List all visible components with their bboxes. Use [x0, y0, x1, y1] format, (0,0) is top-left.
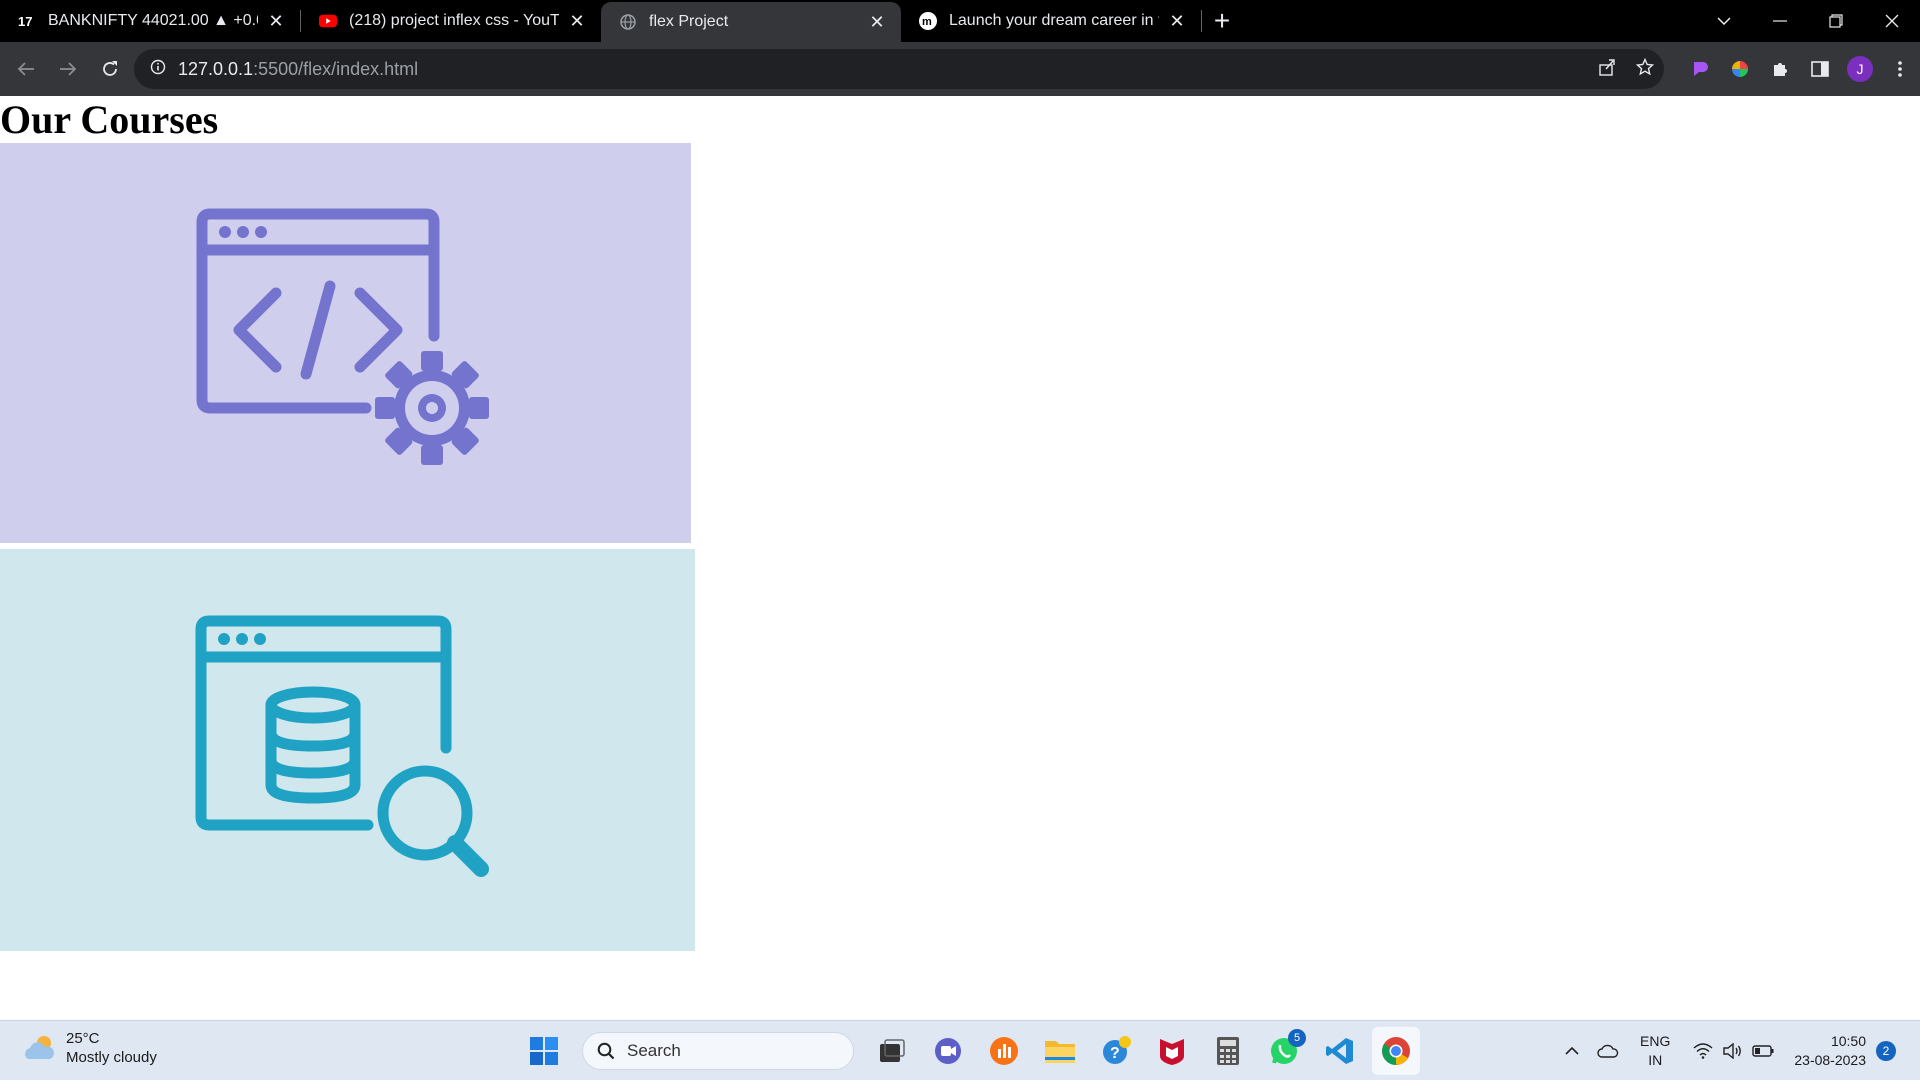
- close-window-button[interactable]: [1864, 0, 1920, 42]
- globe-icon: [619, 13, 637, 31]
- tradingview-icon: 17: [18, 12, 36, 30]
- wifi-icon[interactable]: [1688, 1043, 1718, 1059]
- tab-flex-project[interactable]: flex Project ✕: [601, 2, 901, 42]
- tab-title: Launch your dream career in tech: [949, 12, 1159, 29]
- whatsapp-badge: 5: [1288, 1029, 1306, 1047]
- back-button[interactable]: [6, 49, 46, 89]
- file-explorer-icon[interactable]: [1036, 1027, 1084, 1075]
- weather-condition: Mostly cloudy: [66, 1049, 157, 1066]
- search-label: Search: [627, 1041, 681, 1060]
- code-settings-icon: [196, 208, 489, 465]
- svg-text:m: m: [922, 16, 932, 28]
- page-title: Our Courses: [0, 97, 219, 142]
- language-indicator[interactable]: ENG IN: [1640, 1032, 1670, 1070]
- restore-button[interactable]: [1808, 0, 1864, 42]
- url-host: 127.0.0.1: [178, 58, 254, 79]
- close-tab-icon[interactable]: ✕: [867, 12, 887, 32]
- weather-widget[interactable]: 25°C Mostly cloudy: [22, 1029, 157, 1067]
- tab-banknifty[interactable]: 17 BANKNIFTY 44021.00 ▲ +0.06% ✕: [0, 0, 300, 42]
- youtube-icon: [319, 12, 337, 30]
- window-controls: [1696, 0, 1920, 42]
- extension-colorwheel-icon[interactable]: [1720, 49, 1760, 89]
- volume-icon[interactable]: [1718, 1043, 1748, 1059]
- system-tray: ENG IN 10:50 23-08-2023 2: [1554, 1021, 1920, 1081]
- bookmark-star-icon[interactable]: [1635, 57, 1655, 81]
- charts-app-icon[interactable]: [980, 1027, 1028, 1075]
- tab-strip: 17 BANKNIFTY 44021.00 ▲ +0.06% ✕ (218) p…: [0, 0, 1920, 42]
- battery-icon[interactable]: [1748, 1045, 1778, 1057]
- close-tab-icon[interactable]: ✕: [1167, 11, 1187, 31]
- clock[interactable]: 10:50 23-08-2023: [1794, 1032, 1866, 1070]
- windows-start-icon[interactable]: [520, 1027, 568, 1075]
- svg-text:17: 17: [18, 14, 32, 28]
- get-help-icon[interactable]: ?: [1092, 1027, 1140, 1075]
- whatsapp-icon[interactable]: 5: [1260, 1027, 1308, 1075]
- notification-badge[interactable]: 2: [1876, 1041, 1896, 1061]
- masai-icon: m: [919, 12, 937, 30]
- close-tab-icon[interactable]: ✕: [266, 11, 286, 31]
- clock-date: 23-08-2023: [1794, 1052, 1866, 1068]
- tab-youtube[interactable]: (218) project inflex css - YouTube ✕: [301, 0, 601, 42]
- reload-button[interactable]: [90, 49, 130, 89]
- clock-time: 10:50: [1830, 1033, 1866, 1049]
- url-path: :5500/flex/index.html: [253, 58, 419, 79]
- share-icon[interactable]: [1598, 58, 1616, 81]
- forward-button[interactable]: [48, 49, 88, 89]
- calculator-icon[interactable]: [1204, 1027, 1252, 1075]
- side-panel-icon[interactable]: [1800, 49, 1840, 89]
- url-text: 127.0.0.1:5500/flex/index.html: [178, 59, 418, 80]
- vscode-icon[interactable]: [1316, 1027, 1364, 1075]
- tab-title: BANKNIFTY 44021.00 ▲ +0.06%: [48, 12, 258, 29]
- language-line2: IN: [1648, 1052, 1663, 1068]
- language-line1: ENG: [1640, 1033, 1671, 1049]
- tab-search-icon[interactable]: [1696, 0, 1752, 42]
- minimize-button[interactable]: [1752, 0, 1808, 42]
- profile-avatar[interactable]: J: [1847, 56, 1873, 82]
- extensions-area: J: [1680, 42, 1920, 96]
- mcafee-icon[interactable]: [1148, 1027, 1196, 1075]
- extensions-puzzle-icon[interactable]: [1760, 49, 1800, 89]
- address-bar[interactable]: 127.0.0.1:5500/flex/index.html: [134, 49, 1664, 89]
- cloudy-weather-icon: [25, 1036, 54, 1059]
- onedrive-icon[interactable]: [1590, 1044, 1626, 1058]
- weather-temp: 25°C: [66, 1030, 100, 1047]
- teams-chat-icon[interactable]: [924, 1027, 972, 1075]
- browser-toolbar: 127.0.0.1:5500/flex/index.html J: [0, 42, 1920, 96]
- close-tab-icon[interactable]: ✕: [567, 11, 587, 31]
- windows-taskbar: 25°C Mostly cloudy Search ? 5 ENG IN 10:…: [0, 1020, 1920, 1080]
- taskbar-search[interactable]: Search: [582, 1032, 854, 1070]
- menu-kebab-icon[interactable]: [1880, 49, 1920, 89]
- chrome-icon[interactable]: [1372, 1027, 1420, 1075]
- search-icon: [597, 1042, 615, 1060]
- info-icon[interactable]: [150, 59, 166, 80]
- taskbar-apps: Search ? 5: [520, 1027, 1420, 1075]
- tab-masai[interactable]: m Launch your dream career in tech ✕: [901, 0, 1201, 42]
- tab-title: (218) project inflex css - YouTube: [349, 12, 559, 29]
- page-content: Our Courses: [0, 96, 1920, 1020]
- extension-purple-icon[interactable]: [1680, 49, 1720, 89]
- chevron-up-icon[interactable]: [1554, 1047, 1590, 1055]
- database-search-icon: [195, 615, 489, 877]
- course-card-development[interactable]: [0, 143, 691, 543]
- task-view-icon[interactable]: [868, 1027, 916, 1075]
- new-tab-button[interactable]: +: [1202, 0, 1242, 42]
- svg-text:?: ?: [1110, 1045, 1120, 1062]
- course-card-database[interactable]: [0, 549, 695, 951]
- tab-title: flex Project: [649, 13, 729, 30]
